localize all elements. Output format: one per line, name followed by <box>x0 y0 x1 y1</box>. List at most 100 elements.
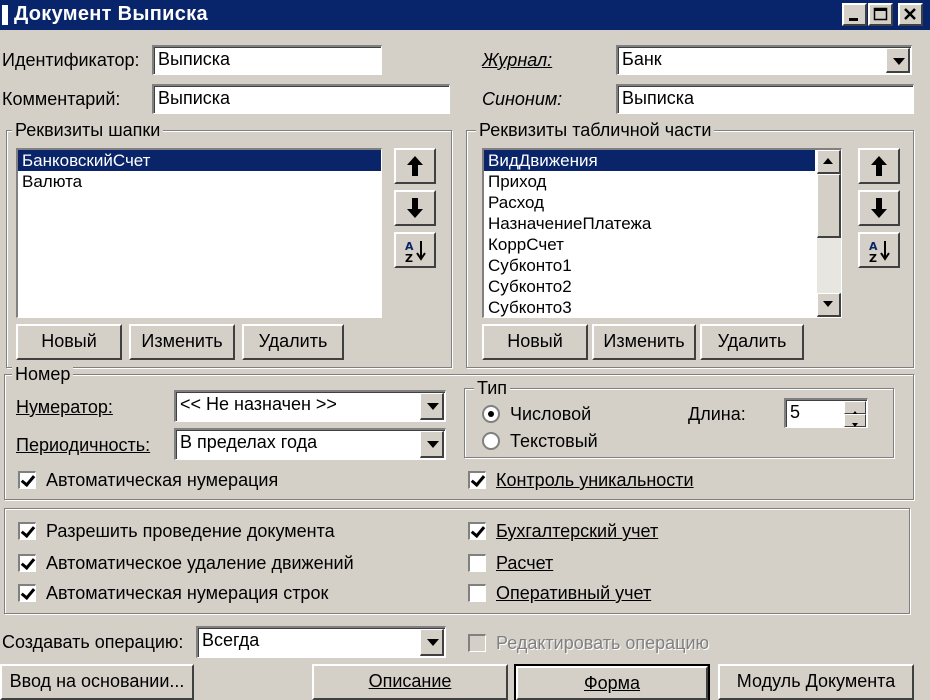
spin-up-button[interactable] <box>844 401 866 415</box>
table-delete-button[interactable]: Удалить <box>700 324 804 360</box>
move-down-button[interactable] <box>394 190 436 226</box>
allow-posting-label: Разрешить проведение документа <box>46 521 335 541</box>
spin-down-button[interactable] <box>844 414 866 427</box>
scroll-up-icon <box>823 158 833 164</box>
type-group-title: Тип <box>474 378 511 399</box>
accounting-checkbox[interactable] <box>468 522 486 540</box>
arrow-down-icon <box>871 198 887 218</box>
table-attrs-scrollbar[interactable] <box>817 150 841 317</box>
text-radio[interactable] <box>482 432 500 450</box>
move-up-button[interactable] <box>394 148 436 184</box>
auto-line-numbering-label: Автоматическая нумерация строк <box>46 583 329 603</box>
list-item[interactable]: КоррСчет <box>484 234 815 255</box>
svg-text:Z: Z <box>405 252 413 263</box>
list-item[interactable]: Валюта <box>18 171 381 192</box>
scroll-down-button[interactable] <box>817 293 841 317</box>
numeric-radio[interactable] <box>482 405 500 423</box>
list-item[interactable]: НазначениеПлатежа <box>484 213 815 234</box>
document-window: Документ Выписка Идентификатор: Выписка … <box>0 0 930 700</box>
text-label: Текстовый <box>510 431 598 451</box>
header-delete-button[interactable]: Удалить <box>242 324 344 360</box>
title-bar[interactable]: Документ Выписка <box>0 0 930 30</box>
uniqueness-checkbox[interactable] <box>468 471 486 489</box>
operational-checkbox[interactable] <box>468 584 486 602</box>
sort-az-icon: AZ <box>869 240 890 263</box>
list-item[interactable]: Субконто2 <box>484 276 815 297</box>
scroll-up-button[interactable] <box>817 150 841 174</box>
length-value: 5 <box>790 402 801 422</box>
table-attrs-list[interactable]: ВидДвижения Приход Расход НазначениеПлатежа… <box>482 148 842 318</box>
header-new-button[interactable]: Новый <box>16 324 122 360</box>
list-item[interactable]: ВидДвижения <box>484 150 815 171</box>
maximize-button[interactable] <box>868 3 893 26</box>
numeric-label: Числовой <box>510 404 592 424</box>
sort-az-icon: AZ <box>405 240 426 263</box>
list-item[interactable]: БанковскийСчет <box>18 150 381 171</box>
length-input[interactable]: 5 <box>784 398 868 428</box>
auto-numbering-label: Автоматическая нумерация <box>46 470 279 490</box>
list-item[interactable]: Расход <box>484 192 815 213</box>
table-attrs-title: Реквизиты табличной части <box>476 120 715 141</box>
svg-text:Z: Z <box>869 252 877 263</box>
create-operation-label: Создавать операцию: <box>2 632 184 652</box>
auto-line-numbering-checkbox[interactable] <box>18 584 36 602</box>
comment-label: Комментарий: <box>2 89 121 109</box>
arrow-up-icon <box>407 156 423 176</box>
numerator-label: Нумератор: <box>16 397 113 417</box>
table-move-down-button[interactable] <box>858 190 900 226</box>
create-operation-select[interactable]: Всегда <box>196 626 446 658</box>
close-button[interactable] <box>898 3 923 26</box>
chevron-down-icon[interactable] <box>420 431 444 458</box>
table-new-button[interactable]: Новый <box>482 324 588 360</box>
sort-button[interactable]: AZ <box>394 232 436 268</box>
scroll-down-icon <box>823 301 833 307</box>
auto-numbering-checkbox[interactable] <box>18 471 36 489</box>
calculation-checkbox[interactable] <box>468 554 486 572</box>
arrow-down-icon <box>407 198 423 218</box>
journal-value: Банк <box>622 49 662 69</box>
list-item[interactable]: Субконто3 <box>484 297 815 317</box>
form-button[interactable]: Форма <box>514 664 710 700</box>
comment-input[interactable]: Выписка <box>152 84 450 114</box>
operational-label: Оперативный учет <box>496 583 652 603</box>
periodicity-label: Периодичность: <box>16 435 151 455</box>
close-icon <box>904 8 916 20</box>
window-title: Документ Выписка <box>14 3 208 25</box>
scroll-thumb[interactable] <box>817 174 841 238</box>
arrow-up-icon <box>871 156 887 176</box>
table-edit-button[interactable]: Изменить <box>592 324 696 360</box>
chevron-down-icon[interactable] <box>420 393 444 420</box>
uniqueness-label: Контроль уникальности <box>496 470 694 490</box>
allow-posting-checkbox[interactable] <box>18 522 36 540</box>
identifier-input[interactable]: Выписка <box>152 45 382 75</box>
chevron-down-icon[interactable] <box>886 48 910 73</box>
minimize-button[interactable] <box>842 3 867 26</box>
module-button[interactable]: Модуль Документа <box>718 664 914 700</box>
window-icon <box>2 5 8 25</box>
table-sort-button[interactable]: AZ <box>858 232 900 268</box>
chevron-down-icon[interactable] <box>420 629 444 656</box>
description-button[interactable]: Описание <box>312 664 508 700</box>
auto-delete-movements-checkbox[interactable] <box>18 554 36 572</box>
synonym-input[interactable]: Выписка <box>616 84 914 114</box>
journal-select[interactable]: Банк <box>616 45 912 75</box>
list-item[interactable]: Приход <box>484 171 815 192</box>
edit-operation-label: Редактировать операцию <box>496 633 709 653</box>
spin-down-icon <box>852 423 858 427</box>
input-basis-button[interactable]: Ввод на основании... <box>0 664 194 700</box>
length-label: Длина: <box>688 404 746 424</box>
list-item[interactable]: Субконто1 <box>484 255 815 276</box>
numerator-select[interactable]: << Не назначен >> <box>174 390 446 422</box>
numerator-value: << Не назначен >> <box>180 394 337 414</box>
length-spinner[interactable] <box>844 401 866 427</box>
periodicity-select[interactable]: В пределах года <box>174 428 446 460</box>
header-edit-button[interactable]: Изменить <box>129 324 235 360</box>
number-group-title: Номер <box>12 364 74 385</box>
edit-operation-checkbox[interactable] <box>468 634 486 652</box>
accounting-label: Бухгалтерский учет <box>496 521 659 541</box>
minimize-icon <box>849 18 858 21</box>
header-attrs-title: Реквизиты шапки <box>12 120 164 141</box>
synonym-label: Синоним: <box>482 89 563 109</box>
table-move-up-button[interactable] <box>858 148 900 184</box>
header-attrs-list[interactable]: БанковскийСчет Валюта <box>16 148 382 318</box>
